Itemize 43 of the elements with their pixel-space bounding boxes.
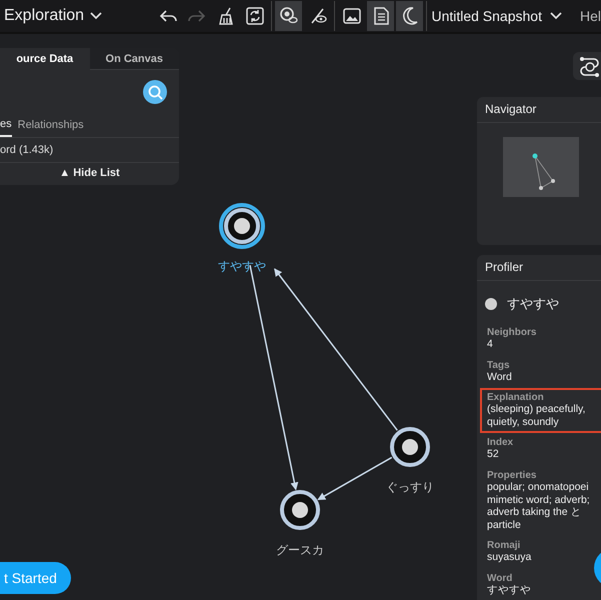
field-value: すやすや [487,584,532,597]
document-button[interactable] [367,1,394,31]
field-value: Word [487,370,513,384]
field-value: suyasuya [487,551,532,564]
list-tab[interactable]: es [0,118,12,137]
help-menu[interactable]: Hel [580,8,601,24]
graph-node[interactable] [390,427,430,467]
chevron-down-icon [90,12,102,20]
list-row[interactable]: ord (1.43k) [0,138,179,163]
panel-title: Profiler [477,255,601,281]
chevron-down-icon [550,12,562,20]
search-icon [148,84,162,100]
field-value: 4 [487,338,494,351]
snapshot-dropdown[interactable]: Untitled Snapshot [427,8,566,24]
graph-node[interactable] [219,203,265,249]
path-tool-button[interactable] [573,52,601,80]
field-label: Properties [487,470,538,481]
image-icon [342,6,362,26]
field-value: (sleeping) peacefully, quietly, soundly [487,403,586,428]
field-value: popular; onomatopoei mimetic word; adverb; adverb taking the と particle [487,480,591,532]
node-label: ぐっすり [386,480,434,494]
field-label: Index [487,437,514,448]
field-value: 52 [487,448,500,461]
field-label: Tags [487,360,511,371]
node-eye-button[interactable] [275,1,302,31]
panel-title: Navigator [477,97,601,123]
graph-node[interactable] [280,490,320,530]
refresh-icon [244,6,265,26]
hide-list-button[interactable]: ▲ Hide List [0,163,179,185]
node-label: すやすや [218,259,266,273]
view-dropdown[interactable]: Exploration [4,7,152,25]
moon-button[interactable] [396,1,424,31]
node-dot-icon [485,298,497,310]
field-label: Romaji [487,540,522,552]
list-tab[interactable]: Relationships [18,118,84,137]
field-label: Neighbors [487,327,538,338]
node-label: グースカ [276,543,324,557]
node-name: すやすや [507,295,559,313]
panel-tab[interactable]: On Canvas [90,48,179,70]
field-label: Word [487,572,514,584]
search-button[interactable] [143,80,167,104]
node-eye-icon [278,6,299,26]
field-label: Explanation [487,392,545,404]
